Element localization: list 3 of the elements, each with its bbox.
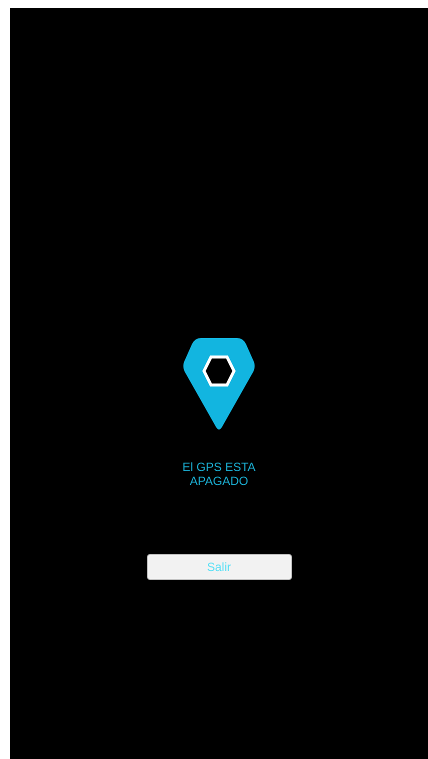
location-pin-icon (183, 338, 255, 430)
gps-status-message: El GPS ESTA APAGADO (181, 460, 257, 488)
exit-button[interactable]: Salir (146, 554, 292, 580)
